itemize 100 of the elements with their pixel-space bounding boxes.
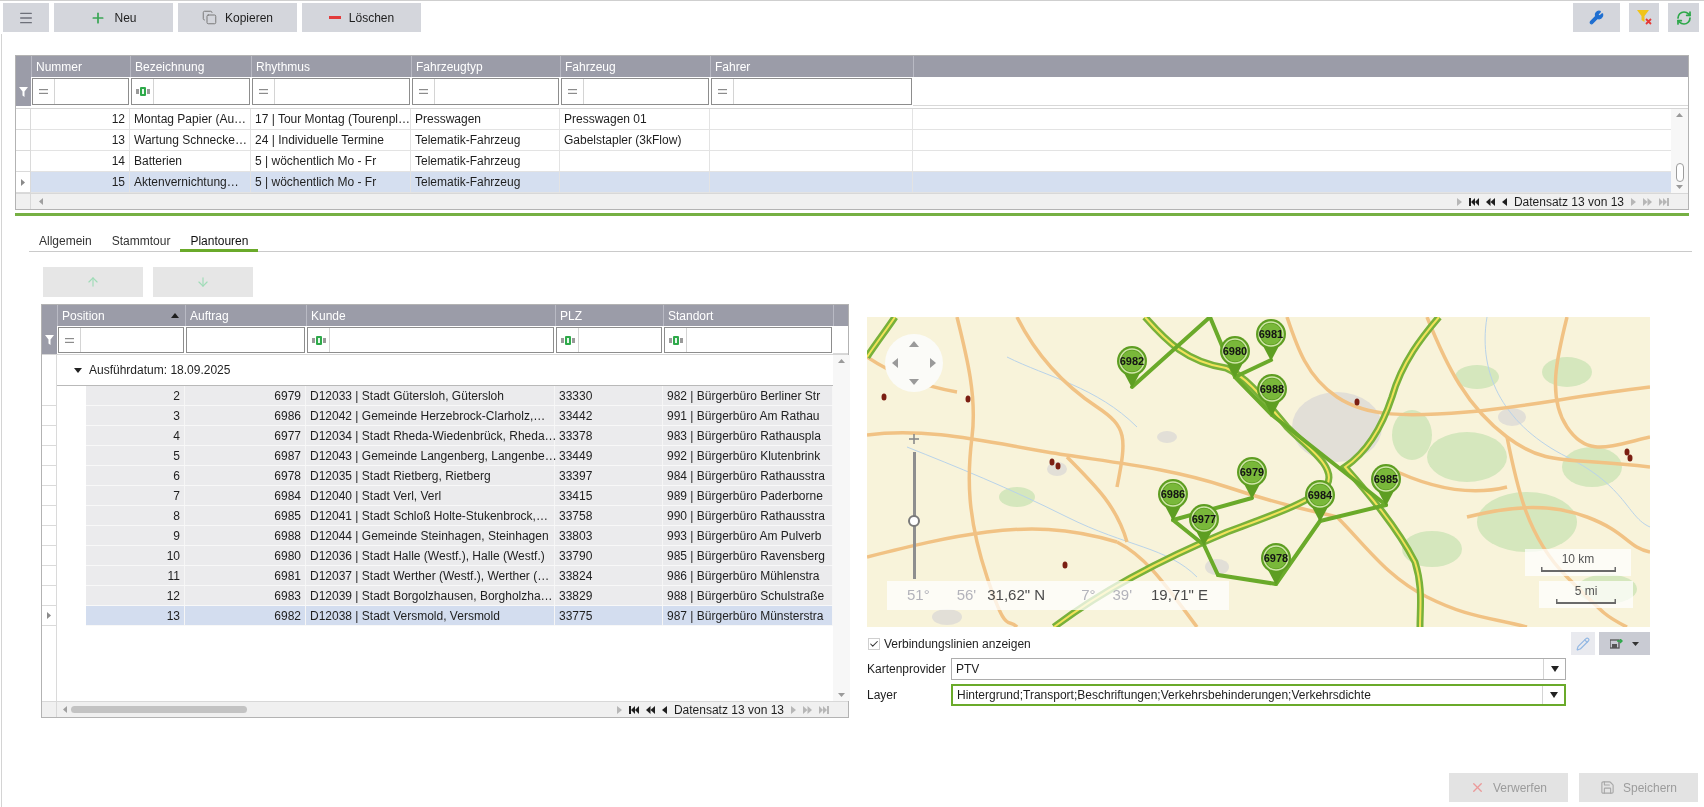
scroll-up-icon[interactable] xyxy=(1676,113,1683,117)
scrollbar-thumb[interactable] xyxy=(71,706,247,713)
text-filter-icon[interactable] xyxy=(135,87,150,96)
table-row[interactable]: 3 6986 D12042 | Gemeinde Herzebrock-Clarholz,… 33442 991 | Bürgerbüro Am Rathau xyxy=(86,406,833,426)
refresh-button[interactable] xyxy=(1668,3,1699,32)
pan-control-icon[interactable] xyxy=(884,333,944,393)
row-header[interactable] xyxy=(16,151,31,172)
zoom-in-icon[interactable] xyxy=(909,434,919,444)
equals-icon[interactable] xyxy=(65,337,74,343)
filter-field[interactable] xyxy=(561,78,709,105)
filter-field[interactable] xyxy=(664,327,832,353)
menu-button[interactable] xyxy=(3,3,49,32)
filter-field[interactable] xyxy=(556,327,662,353)
filter-field[interactable] xyxy=(186,327,305,353)
table-row[interactable]: 12 6983 D12039 | Stadt Borgolzhausen, Borgholzha… 33829 988 | Bürgerbüro Schulstraße xyxy=(86,586,833,606)
filter-field[interactable] xyxy=(131,78,250,105)
filter-field[interactable] xyxy=(58,327,184,353)
row-header[interactable] xyxy=(42,486,57,506)
triangle-up-icon[interactable] xyxy=(171,313,179,318)
checkbox-label[interactable]: Verbindungslinien anzeigen xyxy=(884,634,1031,653)
scroll-left-icon[interactable] xyxy=(63,706,67,713)
clear-filter-button[interactable] xyxy=(1629,3,1659,32)
caret-down-icon[interactable] xyxy=(74,367,82,373)
tab[interactable]: Stammtour xyxy=(101,232,181,252)
field-label: Kartenprovider xyxy=(867,661,947,678)
table-row[interactable]: 7 6984 D12040 | Stadt Verl, Verl 33415 989 | Bürgerbüro Paderborne xyxy=(86,486,833,506)
tab[interactable]: Plantouren xyxy=(180,232,259,252)
table-row[interactable]: 10 6980 D12036 | Stadt Halle (Westf.), Halle (Westf.) 33790 985 | Bürgerbüro Ravensberg xyxy=(86,546,833,566)
equals-icon[interactable] xyxy=(39,89,48,94)
map-dot-icon xyxy=(881,393,887,401)
scroll-up-icon[interactable] xyxy=(838,359,845,363)
table-row[interactable]: 5 6987 D12043 | Gemeinde Langenberg, Langenbe… 33449 992 | Bürgerbüro Klutenbrink xyxy=(86,446,833,466)
table-row[interactable]: 6 6978 D12035 | Stadt Rietberg, Rietberg 33397 984 | Bürgerbüro Rathausstra xyxy=(86,466,833,486)
table-cell: D12040 | Stadt Verl, Verl xyxy=(306,486,555,505)
text-filter-icon[interactable] xyxy=(560,335,575,345)
row-header[interactable] xyxy=(42,406,57,426)
triangle-left-icon[interactable] xyxy=(1501,197,1507,206)
new-button[interactable]: Neu xyxy=(54,3,173,32)
zoom-slider[interactable] xyxy=(907,452,921,579)
row-header[interactable] xyxy=(42,426,57,446)
filter-field[interactable] xyxy=(711,78,912,105)
row-header[interactable] xyxy=(42,506,57,526)
checkbox[interactable] xyxy=(868,637,880,650)
filter-field[interactable] xyxy=(32,78,129,105)
vertical-scrollbar[interactable] xyxy=(1671,109,1688,193)
filter-field[interactable] xyxy=(307,327,554,353)
row-header[interactable] xyxy=(42,386,57,406)
row-header[interactable] xyxy=(42,446,57,466)
triangle-left-icon[interactable] xyxy=(661,705,667,714)
table-row[interactable]: 15 Aktenvernichtung… 5 | wöchentlich Mo - Fr Telematik-Fahrzeug xyxy=(31,172,1671,193)
skip-to-start-icon[interactable] xyxy=(628,705,639,714)
text-filter-icon[interactable] xyxy=(311,335,326,345)
double-triangle-left-icon[interactable] xyxy=(1485,197,1495,206)
table-cell: 13 xyxy=(86,606,185,625)
delete-button[interactable]: Löschen xyxy=(302,3,421,32)
table-cell: Aktenvernichtung… xyxy=(130,172,251,192)
caret-down-icon xyxy=(1549,692,1558,698)
table-row[interactable]: 11 6981 D12037 | Stadt Werther (Westf.), Werther (… 33824 986 | Bürgerbüro Mühlenstra xyxy=(86,566,833,586)
table-row[interactable]: 13 6982 D12038 | Stadt Versmold, Versmold 33775 987 | Bürgerbüro Münsterstra xyxy=(86,606,833,626)
table-row[interactable]: 9 6988 D12044 | Gemeinde Steinhagen, Steinhagen 33803 993 | Bürgerbüro Am Pulverb xyxy=(86,526,833,546)
table-cell: 6980 xyxy=(185,546,306,565)
skip-to-start-icon[interactable] xyxy=(1468,197,1479,206)
dropdown-field[interactable]: Hintergrund;Transport;Beschriftungen;Verkehrsbehinderungen;Verkehrsdichte xyxy=(951,684,1566,706)
row-header[interactable] xyxy=(42,566,57,586)
settings-button[interactable] xyxy=(1573,3,1620,32)
export-dropdown-button[interactable] xyxy=(1599,632,1650,655)
row-header[interactable] xyxy=(42,586,57,606)
text-filter-icon[interactable] xyxy=(668,335,683,345)
scroll-down-icon[interactable] xyxy=(1676,185,1683,189)
table-row[interactable]: 12 Montag Papier (Au… 17 | Tour Montag (Tourenpl… Presswagen Presswagen 01 xyxy=(31,109,1671,130)
tab[interactable]: Allgemein xyxy=(29,232,102,252)
equals-icon[interactable] xyxy=(259,89,268,94)
table-cell: 6982 xyxy=(185,606,306,625)
table-row[interactable]: 8 6985 D12041 | Stadt Schloß Holte-Stukenbrock,… 33758 990 | Bürgerbüro Rathausstra xyxy=(86,506,833,526)
filter-field[interactable] xyxy=(412,78,559,105)
double-triangle-left-icon[interactable] xyxy=(645,705,655,714)
scroll-down-icon[interactable] xyxy=(838,693,845,697)
row-header[interactable] xyxy=(42,546,57,566)
row-header[interactable] xyxy=(42,466,57,486)
equals-icon[interactable] xyxy=(568,89,577,94)
vertical-scrollbar[interactable] xyxy=(833,355,850,701)
table-cell: Presswagen xyxy=(411,109,560,129)
equals-icon[interactable] xyxy=(419,89,428,94)
equals-icon[interactable] xyxy=(718,89,727,94)
filter-field[interactable] xyxy=(252,78,410,105)
copy-button[interactable]: Kopieren xyxy=(178,3,297,32)
scrollbar-thumb[interactable] xyxy=(1675,163,1684,182)
table-row[interactable]: 14 Batterien 5 | wöchentlich Mo - Fr Telematik-Fahrzeug xyxy=(31,151,1671,172)
table-cell: 33449 xyxy=(555,446,663,465)
row-header[interactable] xyxy=(16,109,31,130)
scroll-left-icon[interactable] xyxy=(39,198,43,205)
table-row[interactable]: 2 6979 D12033 | Stadt Gütersloh, Gütersloh 33330 982 | Bürgerbüro Berliner Str xyxy=(86,386,833,406)
row-header[interactable] xyxy=(16,172,31,193)
row-header[interactable] xyxy=(42,606,57,626)
table-cell: 6987 xyxy=(185,446,306,465)
row-header[interactable] xyxy=(42,526,57,546)
table-row[interactable]: 13 Wartung Schnecke… 24 | Individuelle Termine Telematik-Fahrzeug Gabelstapler (3kFlow) xyxy=(31,130,1671,151)
row-header[interactable] xyxy=(16,130,31,151)
dropdown-field[interactable]: PTV xyxy=(951,658,1566,680)
table-row[interactable]: 4 6977 D12034 | Stadt Rheda-Wiedenbrück, Rheda… 33378 983 | Bürgerbüro Rathauspla xyxy=(86,426,833,446)
